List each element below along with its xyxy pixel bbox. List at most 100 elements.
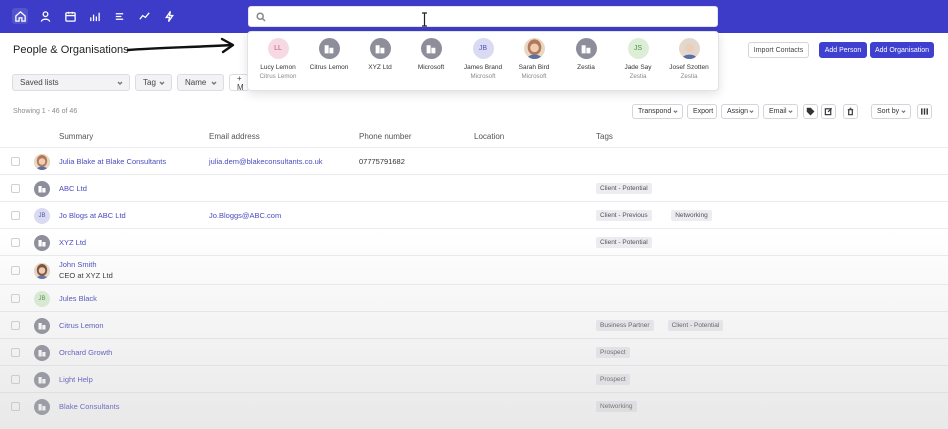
columns-icon[interactable] [917,104,932,119]
edit-icon[interactable] [821,104,836,119]
column-header-email[interactable]: Email address [209,132,260,141]
summary-link[interactable]: John Smith [59,260,97,269]
email-label: Email [769,108,787,115]
search-result-item[interactable]: JB James Brand Microsoft [457,38,509,80]
column-header-location[interactable]: Location [474,132,504,141]
tag-badge[interactable]: Prospect [596,374,630,385]
summary-link[interactable]: Orchard Growth [59,348,112,357]
table-row[interactable]: Julia Blake at Blake Consultants julia.de… [0,147,948,174]
summary-link[interactable]: Blake Consultants [59,402,119,411]
organisation-avatar [34,234,50,251]
email-link[interactable]: julia.dem@blakeconsultants.co.uk [209,157,323,166]
transpond-dropdown[interactable]: Transpond [632,104,683,119]
table-row[interactable]: JB Jo Blogs at ABC Ltd Jo.Bloggs@ABC.com Cl… [0,201,948,228]
sort-by-dropdown[interactable]: Sort by [871,104,911,119]
row-checkbox[interactable] [11,238,20,247]
row-checkbox[interactable] [11,375,20,384]
search-result-item[interactable]: Josef Szotten Zestia [663,38,715,80]
name-filter[interactable]: Name [177,74,224,91]
search-result-item[interactable]: Sarah Bird Microsoft [508,38,560,80]
row-checkbox[interactable] [11,266,20,275]
row-checkbox[interactable] [11,157,20,166]
search-result-item[interactable]: XYZ Ltd [354,38,406,73]
tag-badge[interactable]: Prospect [596,347,630,358]
table-row[interactable]: JB Jules Black [0,284,948,311]
export-button[interactable]: Export [687,104,717,119]
building-icon [38,349,46,356]
trash-icon[interactable] [843,104,858,119]
table-row[interactable]: XYZ Ltd Client - Potential [0,228,948,255]
email-dropdown[interactable]: Email [763,104,798,119]
tag-filter-label: Tag [143,78,156,87]
search-result-item[interactable]: Zestia [560,38,612,73]
result-name: James Brand [463,64,503,71]
building-icon [426,44,436,53]
row-checkbox[interactable] [11,348,20,357]
calendar-icon[interactable] [62,8,78,24]
global-search[interactable] [248,6,718,27]
chevron-down-icon [901,109,906,114]
summary-link[interactable]: Jo Blogs at ABC Ltd [59,211,126,220]
organisation-avatar [369,38,391,59]
tag-badge[interactable]: Client - Potential [596,183,652,194]
table-row[interactable]: Citrus Lemon Business Partner Client - Pot… [0,311,948,338]
person-icon[interactable] [37,8,53,24]
organisation-avatar [34,180,50,197]
summary-link[interactable]: ABC Ltd [59,184,87,193]
lightning-icon[interactable] [161,8,177,24]
search-result-item[interactable]: JS Jade Say Zestia [612,38,664,80]
add-person-button[interactable]: Add Person [819,42,867,58]
search-result-item[interactable]: LL Lucy Lemon Citrus Lemon [252,38,304,80]
assign-dropdown[interactable]: Assign [721,104,759,119]
organisation-avatar [34,371,50,388]
row-checkbox[interactable] [11,184,20,193]
column-header-phone[interactable]: Phone number [359,132,411,141]
tag-badge[interactable]: Client - Potential [667,320,724,331]
tag-badge[interactable]: Business Partner [596,320,654,331]
email-link[interactable]: Jo.Bloggs@ABC.com [209,211,281,220]
table-row[interactable]: Light Help Prospect [0,365,948,392]
organisation-avatar [420,38,442,59]
summary-link[interactable]: Citrus Lemon [59,321,104,330]
summary-link[interactable]: Light Help [59,375,93,384]
tag-badge[interactable]: Networking [671,210,712,221]
saved-lists-dropdown[interactable]: Saved lists [12,74,130,91]
table-row[interactable]: Orchard Growth Prospect [0,338,948,365]
chevron-down-icon [117,79,123,85]
result-subtitle: Citrus Lemon [259,73,297,80]
building-icon [38,403,46,410]
add-organisation-button[interactable]: Add Organisation [870,42,934,58]
search-input[interactable] [269,10,699,24]
person-photo-icon [34,153,50,170]
tag-filter[interactable]: Tag [135,74,172,91]
row-checkbox[interactable] [11,402,20,411]
tag-badge[interactable]: Networking [596,401,637,412]
row-checkbox[interactable] [11,294,20,303]
row-checkbox[interactable] [11,321,20,330]
building-icon [324,44,334,53]
more-filters-button[interactable]: + M [229,74,249,92]
column-header-summary[interactable]: Summary [59,132,93,141]
trend-line-icon[interactable] [136,8,152,24]
summary-link[interactable]: Jules Black [59,294,97,303]
search-result-item[interactable]: Citrus Lemon [303,38,355,73]
table-row[interactable]: John Smith CEO at XYZ Ltd [0,255,948,284]
row-checkbox[interactable] [11,211,20,220]
search-result-item[interactable]: Microsoft [405,38,457,73]
table-row[interactable]: Blake Consultants Networking [0,392,948,419]
building-icon [38,322,46,329]
tag-badge[interactable]: Client - Previous [596,210,652,221]
summary-link[interactable]: XYZ Ltd [59,238,86,247]
list-icon[interactable] [111,8,127,24]
summary-link[interactable]: Julia Blake at Blake Consultants [59,157,166,166]
result-name: XYZ Ltd [368,64,392,71]
tag-badge[interactable]: Client - Potential [596,237,652,248]
import-contacts-button[interactable]: Import Contacts [748,42,809,58]
page-title: People & Organisations [13,44,129,56]
home-icon[interactable] [12,8,28,24]
tag-icon[interactable] [803,104,818,119]
column-header-tags[interactable]: Tags [596,132,613,141]
bar-chart-icon[interactable] [86,8,102,24]
result-name: Citrus Lemon [309,64,349,71]
table-row[interactable]: ABC Ltd Client - Potential [0,174,948,201]
